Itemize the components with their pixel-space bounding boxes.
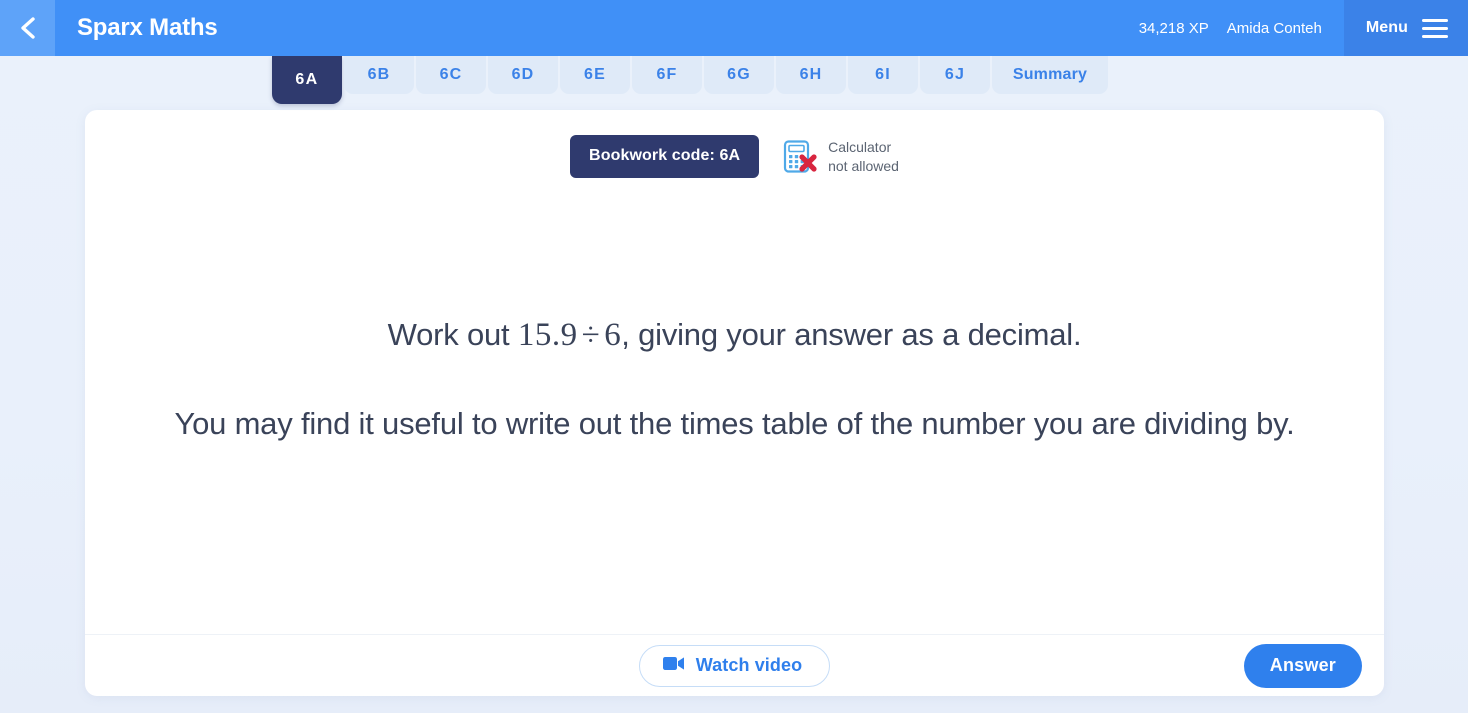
- question-text-block: Work out 15.9 ÷ 6, giving your answer as a…: [85, 315, 1384, 446]
- question-statement: Work out 15.9 ÷ 6, giving your answer as a…: [145, 315, 1324, 356]
- bookwork-code-badge: Bookwork code: 6A: [570, 135, 760, 178]
- hamburger-icon: [1422, 18, 1448, 38]
- question-suffix: , giving your answer as a decimal.: [621, 317, 1082, 352]
- calculator-not-allowed-badge: Calculator not allowed: [781, 135, 899, 176]
- tab-6h[interactable]: 6H: [776, 56, 846, 94]
- tab-6f[interactable]: 6F: [632, 56, 702, 94]
- menu-button-label: Menu: [1365, 19, 1408, 36]
- tab-6b[interactable]: 6B: [344, 56, 414, 94]
- question-meta-row: Bookwork code: 6A Calculator not allowed: [85, 135, 1384, 178]
- tab-6e[interactable]: 6E: [560, 56, 630, 94]
- header-spacer: [218, 0, 1139, 56]
- math-operand-a: 15.9: [517, 317, 578, 353]
- tab-6c[interactable]: 6C: [416, 56, 486, 94]
- question-prefix: Work out: [387, 317, 518, 352]
- math-operator: ÷: [581, 317, 601, 353]
- chevron-left-icon: [17, 15, 39, 41]
- app-title: Sparx Maths: [77, 14, 218, 41]
- top-header: Sparx Maths 34,218 XP Amida Conteh Menu: [0, 0, 1468, 56]
- tab-6i[interactable]: 6I: [848, 56, 918, 94]
- user-name: Amida Conteh: [1226, 19, 1322, 37]
- calculator-line-2: not allowed: [828, 158, 899, 174]
- tab-summary[interactable]: Summary: [992, 56, 1108, 94]
- question-card-footer: Watch video Answer: [85, 634, 1384, 696]
- menu-button[interactable]: Menu: [1343, 0, 1468, 56]
- question-card-body: Bookwork code: 6A Calculator not allowed…: [85, 110, 1384, 634]
- question-math-expression: 15.9 ÷ 6: [518, 317, 621, 353]
- calculator-line-1: Calculator: [828, 139, 892, 156]
- tab-6a[interactable]: 6A: [272, 56, 342, 104]
- video-camera-icon: [662, 655, 685, 676]
- task-tab-bar: 6A 6B 6C 6D 6E 6F 6G 6H 6I 6J Summary: [0, 56, 1468, 104]
- watch-video-label: Watch video: [695, 654, 803, 675]
- app-root: Sparx Maths 34,218 XP Amida Conteh Menu …: [0, 0, 1468, 713]
- tab-6j[interactable]: 6J: [920, 56, 990, 94]
- calculator-not-allowed-text: Calculator not allowed: [828, 138, 899, 176]
- question-card: Bookwork code: 6A Calculator not allowed…: [85, 110, 1384, 696]
- answer-button[interactable]: Answer: [1243, 643, 1362, 688]
- math-operand-b: 6: [604, 317, 622, 353]
- tab-6g[interactable]: 6G: [704, 56, 774, 94]
- calculator-not-allowed-icon: [781, 138, 819, 176]
- watch-video-button[interactable]: Watch video: [638, 644, 831, 687]
- back-button[interactable]: [0, 0, 55, 56]
- question-hint: You may find it useful to write out the …: [174, 406, 1295, 442]
- tab-6d[interactable]: 6D: [488, 56, 558, 94]
- xp-counter: 34,218 XP: [1138, 19, 1209, 37]
